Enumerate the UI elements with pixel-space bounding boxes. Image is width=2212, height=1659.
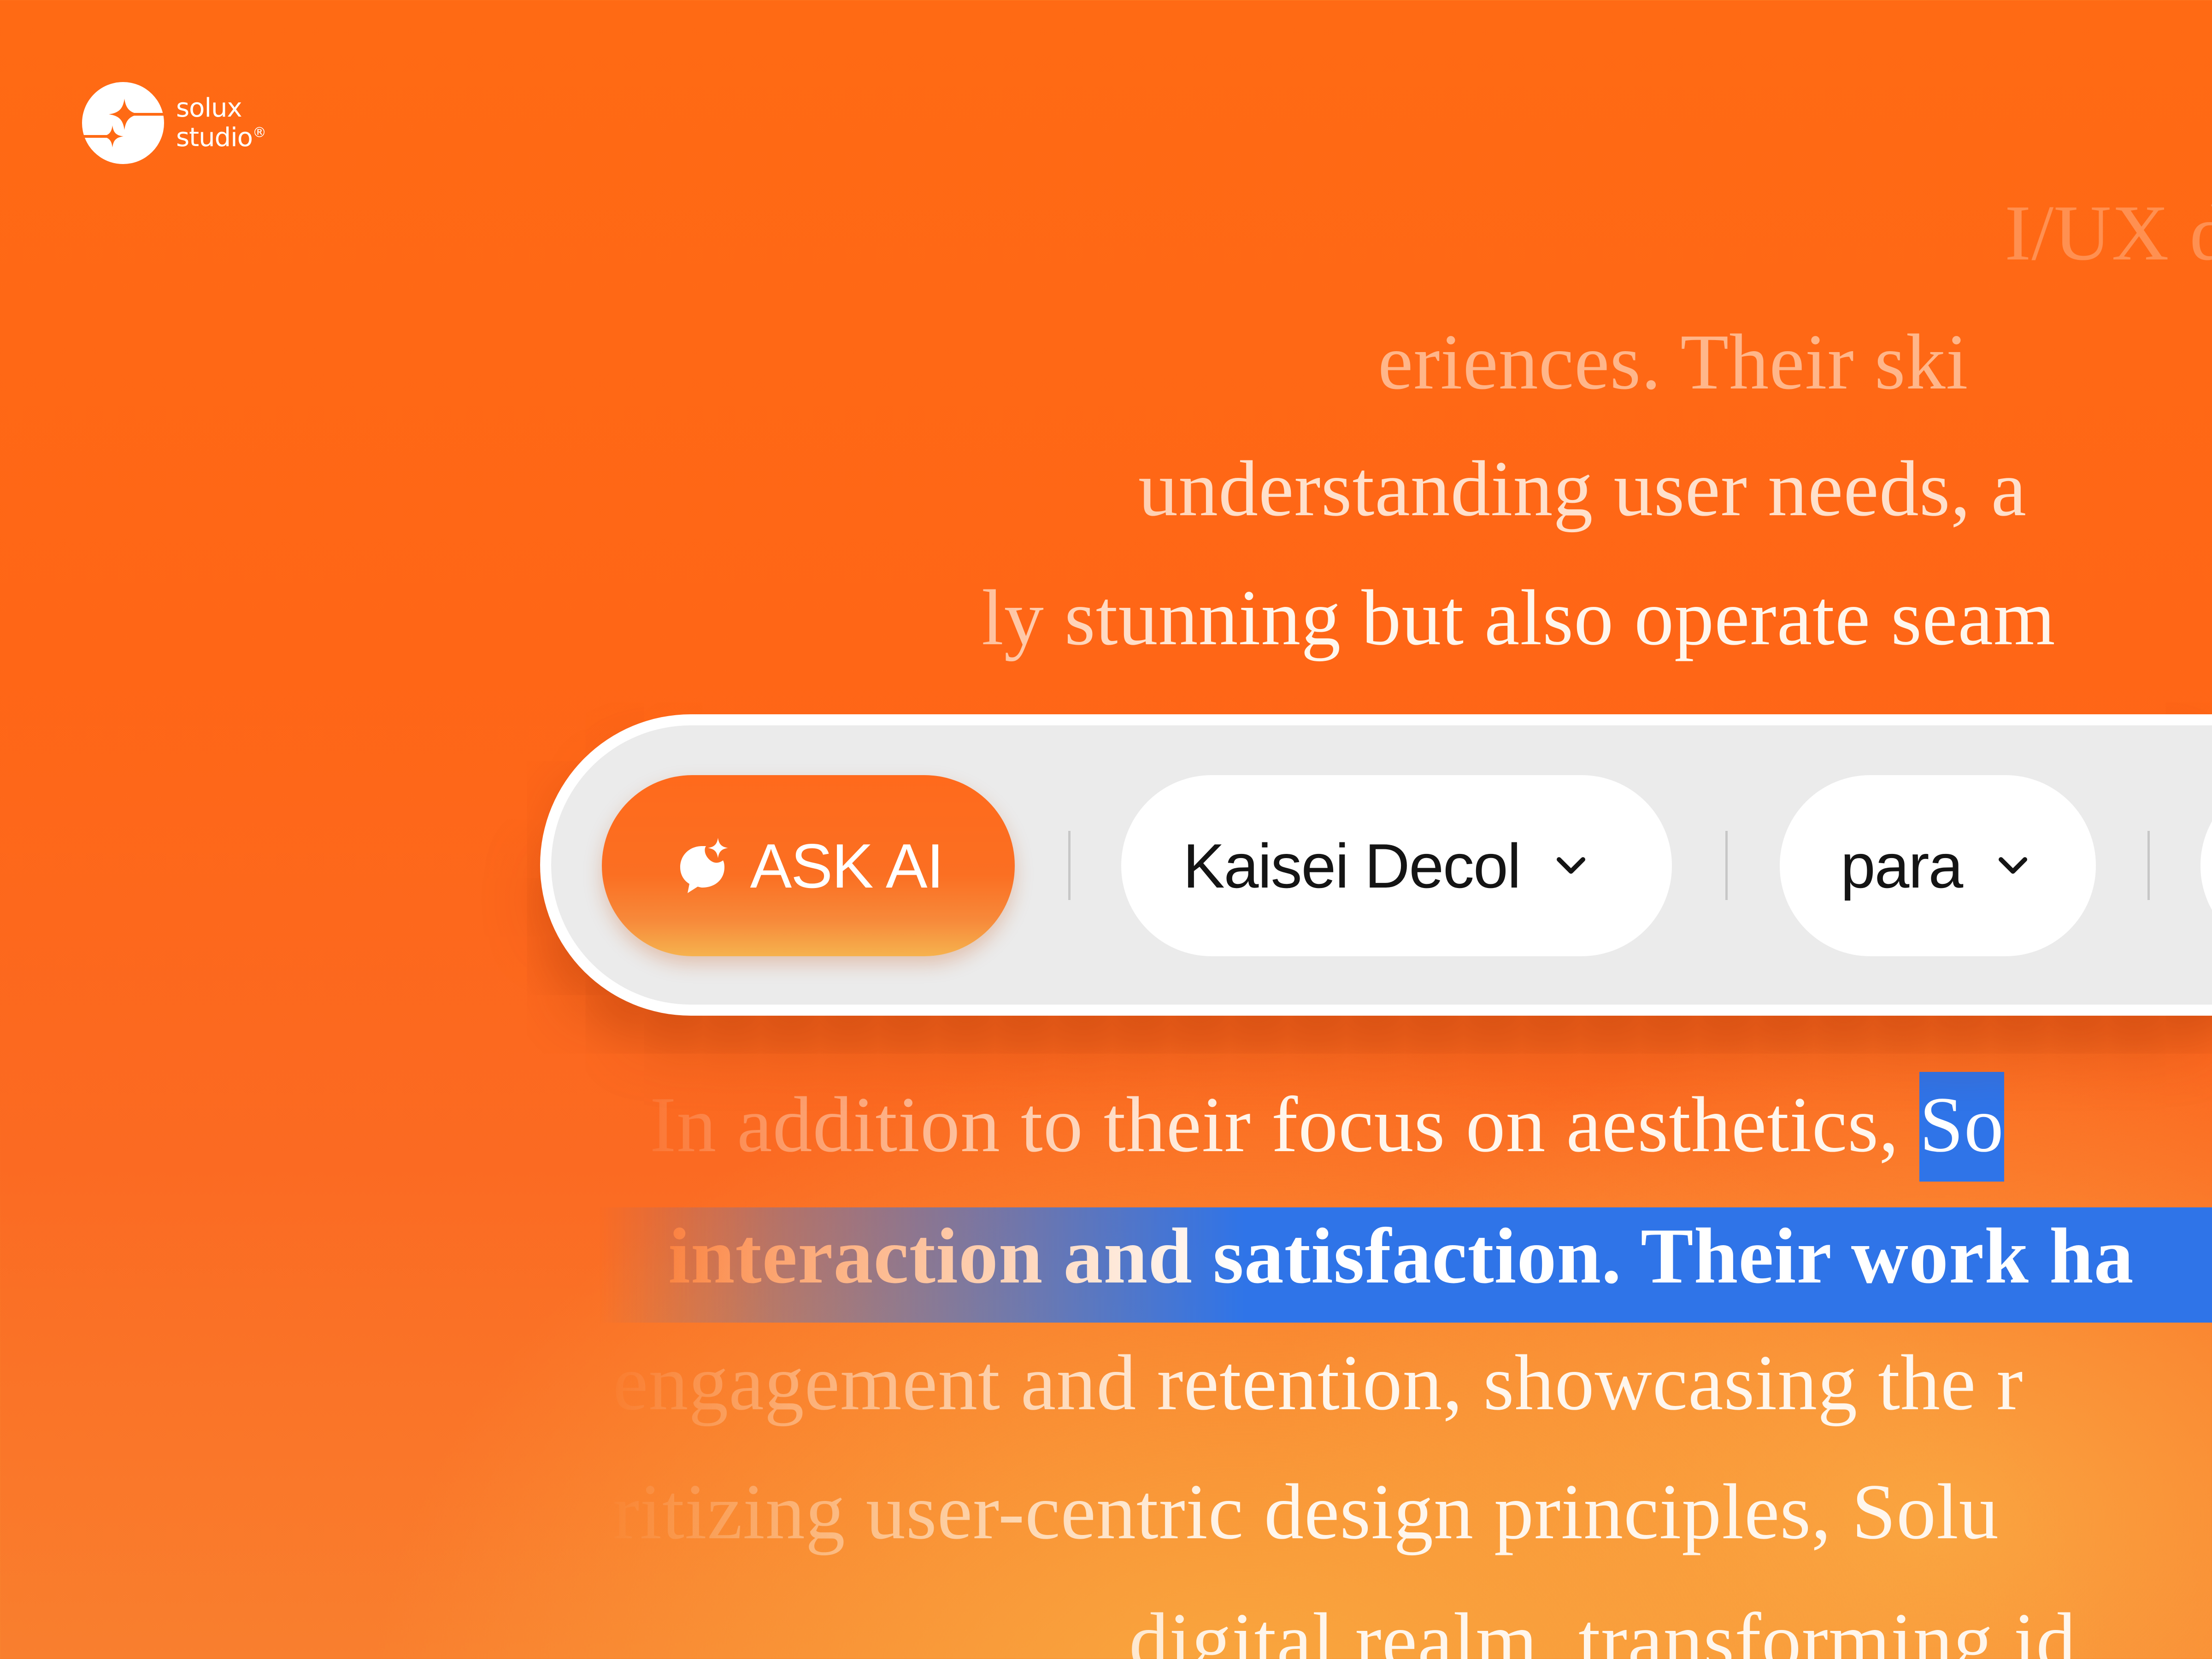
text-line-1: I/UX d xyxy=(2005,189,2212,277)
selected-text-start[interactable]: So xyxy=(1919,1072,2004,1182)
text-line-5-plain: In addition to their focus on aesthetics… xyxy=(650,1081,1920,1169)
ai-chat-sparkle-icon xyxy=(680,837,728,893)
text-line-8: ritizing user-centric design principles,… xyxy=(613,1468,1999,1556)
font-family-value: Kaisei Decol xyxy=(1183,830,1521,901)
text-line-2: eriences. Their ski xyxy=(1378,318,1969,406)
toolbar-divider-1 xyxy=(1068,831,1071,900)
text-line-3: understanding user needs, a xyxy=(1138,445,2027,533)
toolbar-divider-2 xyxy=(1725,831,1728,900)
chevron-down-icon xyxy=(1556,857,1585,874)
chevron-down-icon xyxy=(1999,857,2028,874)
text-style-value: para xyxy=(1841,830,1963,901)
text-line-5: In addition to their focus on aesthetics… xyxy=(650,1072,2004,1182)
text-line-7: engagement and retention, showcasing the… xyxy=(613,1339,2024,1427)
ask-ai-label: ASK AI xyxy=(750,830,944,901)
selected-text-line[interactable]: interaction and satisfaction. Their work… xyxy=(668,1217,2134,1296)
ask-ai-button[interactable]: ASK AI xyxy=(602,775,1015,956)
text-style-select[interactable]: para xyxy=(1780,775,2096,956)
toolbar-divider-3 xyxy=(2147,831,2150,900)
font-family-select[interactable]: Kaisei Decol xyxy=(1121,775,1672,956)
text-line-4: ly stunning but also operate seam xyxy=(982,574,2056,662)
text-line-9: digital realm, transforming id xyxy=(1129,1597,2077,1659)
